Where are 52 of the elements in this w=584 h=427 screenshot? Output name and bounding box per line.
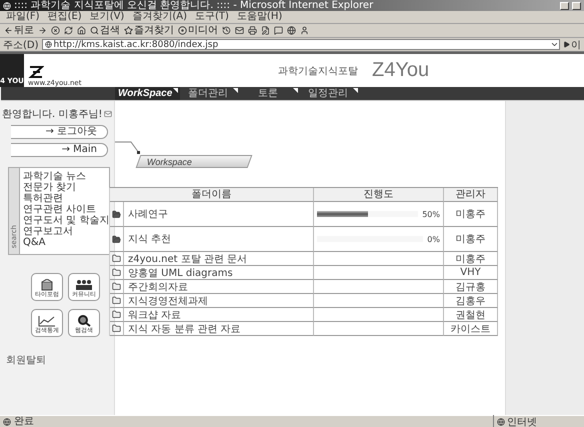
status-text: 완료 xyxy=(14,416,35,427)
site-brand: Z4You xyxy=(372,59,430,82)
menu-item[interactable]: 즐겨찾기(A) xyxy=(132,11,187,23)
toolbar-button[interactable]: 미디어 xyxy=(178,24,218,36)
folder-name[interactable]: 워크샵 자료 xyxy=(124,308,314,322)
toolbar-button[interactable]: 즐겨찾기 xyxy=(124,24,174,36)
menu-item[interactable]: 편집(E) xyxy=(48,11,82,23)
progress-text: 0% xyxy=(427,234,440,244)
column-header: 관리자 xyxy=(444,188,498,202)
toolbar-button[interactable]: 뒤로 xyxy=(4,24,34,36)
sidebar-link[interactable]: Q&A xyxy=(23,237,109,248)
sidebar-link[interactable]: 연구도서 및 학술지 xyxy=(23,215,109,226)
manager-name: 김규홍 xyxy=(444,280,498,294)
column-header: 진행도 xyxy=(314,188,444,202)
manager-name: 카이스트 xyxy=(444,322,498,336)
column-header: 폴더이름 xyxy=(110,188,314,202)
sidebar-button[interactable]: → 로그아웃 xyxy=(11,125,108,139)
folder-name[interactable]: 지식 추천 xyxy=(124,227,314,252)
section-label: Workspace xyxy=(136,155,252,168)
progress-text: 50% xyxy=(422,210,440,218)
greeting-text: 환영합니다. 미홍주님! xyxy=(2,108,102,121)
go-button[interactable]: 이 xyxy=(563,38,581,52)
manager-name: 미홍주 xyxy=(444,252,498,266)
menu-item[interactable]: 파일(F) xyxy=(6,11,40,23)
folder-name[interactable]: z4you.net 포탈 관련 문서 xyxy=(124,252,314,266)
manager-name: VHY xyxy=(444,266,498,280)
menu-item[interactable]: 도움말(H) xyxy=(236,11,282,23)
manager-name: 미홍주 xyxy=(444,202,498,227)
withdraw-link[interactable]: 회원탈퇴 xyxy=(6,353,46,367)
manager-name: 권철현 xyxy=(444,308,498,322)
folder-name[interactable]: 주간회의자료 xyxy=(124,280,314,294)
window-title: :::: 과학기술 지식포탈에 오신걸 환영합니다. :::: - Microsoft Internet Explorer xyxy=(14,0,374,11)
sidebar-link[interactable]: 특허관련 xyxy=(23,193,109,204)
zone-text: 인터넷 xyxy=(507,416,537,427)
address-label: 주소(D) xyxy=(3,38,39,52)
folder-name[interactable]: 양홍열 UML diagrams xyxy=(124,266,314,280)
sidebar-button[interactable]: → Main xyxy=(11,143,108,157)
sidebar-link[interactable]: 전문가 찾기 xyxy=(23,182,109,193)
folder-name[interactable]: 지식경영전체과제 xyxy=(124,294,314,308)
folder-name[interactable]: 사례연구 xyxy=(124,202,314,227)
manager-name: 미홍주 xyxy=(444,227,498,252)
site-tagline: 과학기술지식포탈 xyxy=(278,65,358,78)
nav-tab[interactable]: WorkSpace xyxy=(115,87,180,100)
menu-item[interactable]: 보기(V) xyxy=(90,11,124,23)
sidebar-link[interactable]: 과학기술 뉴스 xyxy=(23,171,109,182)
sidebar-link[interactable]: 연구관련 사이트 xyxy=(23,204,109,215)
menu-item[interactable]: 도구(T) xyxy=(195,11,229,23)
folder-name[interactable]: 지식 자동 분류 관련 자료 xyxy=(124,322,314,336)
toolbar-button[interactable]: 검색 xyxy=(90,24,120,36)
manager-name: 김홍우 xyxy=(444,294,498,308)
address-field[interactable]: http://kms.kaist.ac.kr:8080/index.jsp xyxy=(42,39,560,50)
sidebar-link[interactable]: 연구보고서 xyxy=(23,226,109,237)
